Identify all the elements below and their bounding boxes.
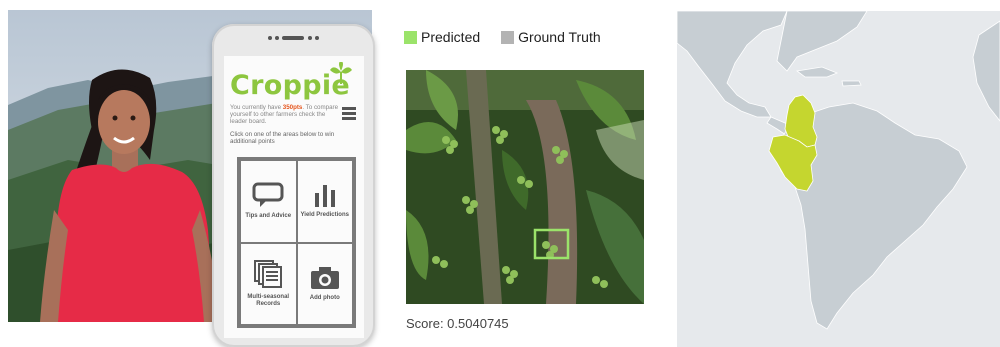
- multi-seasonal-records-tile[interactable]: Multi-seasonal Records: [240, 242, 297, 325]
- farmer-woman-image: [40, 69, 222, 322]
- south-america-map[interactable]: [677, 11, 1000, 347]
- tile-label: Add photo: [309, 294, 340, 301]
- records-icon: [254, 260, 283, 289]
- bar-chart-icon: [314, 185, 335, 208]
- app-screen: Croppie You currently have 350pts. To co…: [224, 56, 364, 338]
- predicted-swatch: [404, 30, 417, 44]
- points-message-prefix: You currently have: [230, 104, 283, 111]
- coffee-plant-photo: [406, 70, 644, 304]
- prediction-legend: Predicted Ground Truth: [404, 29, 622, 45]
- smartphone-mockup: Croppie You currently have 350pts. To co…: [212, 24, 375, 347]
- feature-grid: Tips and Advice Yield Predictions Multi-…: [237, 157, 356, 328]
- menu-icon[interactable]: [342, 107, 356, 123]
- yield-predictions-tile[interactable]: Yield Predictions: [296, 160, 353, 243]
- tile-label: Multi-seasonal Records: [247, 294, 290, 308]
- ground-truth-swatch: [501, 30, 515, 44]
- points-value: 350pts: [282, 104, 303, 111]
- camera-icon: [310, 266, 339, 289]
- add-photo-tile[interactable]: Add photo: [296, 242, 353, 325]
- points-message: You currently have 350pts. To compare yo…: [230, 104, 338, 125]
- leaf-icon: [330, 62, 352, 84]
- ground-truth-label: Ground Truth: [518, 29, 601, 45]
- tile-label: Tips and Advice: [245, 213, 292, 220]
- chat-bubble-icon: [252, 182, 284, 208]
- predicted-label: Predicted: [421, 29, 481, 45]
- score-text: Score: 0.5040745: [406, 316, 509, 331]
- tips-and-advice-tile[interactable]: Tips and Advice: [240, 160, 297, 243]
- tile-label: Yield Predictions: [300, 212, 349, 219]
- phone-speaker: [264, 34, 322, 42]
- instruction-text: Click on one of the areas below to win a…: [230, 131, 335, 145]
